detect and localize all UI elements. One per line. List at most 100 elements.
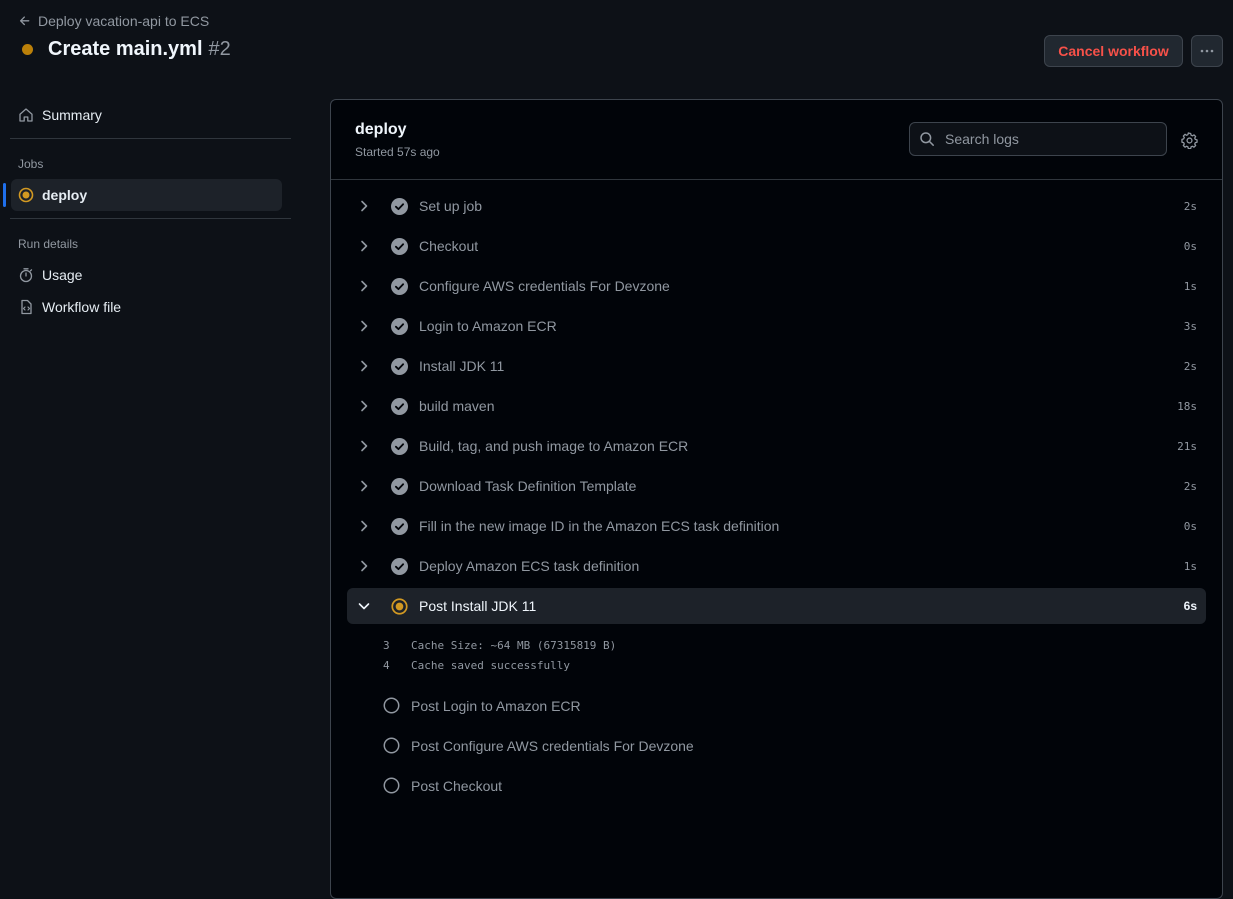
step-name: Download Task Definition Template (419, 478, 637, 494)
search-logs-field[interactable] (909, 122, 1167, 156)
check-circle-icon (391, 437, 408, 455)
home-icon (19, 108, 33, 122)
step-duration: 21s (1177, 439, 1197, 453)
search-icon (920, 132, 934, 146)
log-line-number: 4 (383, 659, 390, 672)
sidebar-divider (10, 218, 291, 219)
sidebar-item-label: Summary (42, 107, 102, 123)
sidebar-item-label: deploy (42, 187, 88, 203)
cancel-workflow-button[interactable]: Cancel workflow (1044, 35, 1183, 67)
check-circle-icon (391, 197, 408, 215)
step-name: Set up job (419, 198, 483, 214)
step-name: Post Login to Amazon ECR (411, 697, 581, 714)
chevron-right-icon[interactable] (356, 278, 372, 294)
step-row[interactable]: Download Task Definition Template 2s (347, 468, 1206, 504)
log-line: 4 Cache saved successfully (383, 659, 570, 672)
pending-circle-icon (383, 697, 400, 714)
pending-step-row[interactable]: Post Login to Amazon ECR (383, 697, 581, 714)
step-row[interactable]: Build, tag, and push image to Amazon ECR… (347, 428, 1206, 464)
run-number: #2 (208, 38, 231, 60)
check-circle-icon (391, 517, 408, 535)
step-duration: 18s (1177, 399, 1197, 413)
search-input[interactable] (943, 130, 1157, 148)
check-circle-icon (391, 237, 408, 255)
chevron-right-icon[interactable] (356, 398, 372, 414)
log-line: 3 Cache Size: ~64 MB (67315819 B) (383, 639, 616, 652)
chevron-right-icon[interactable] (356, 238, 372, 254)
sidebar-item-usage[interactable]: Usage (18, 267, 82, 283)
kebab-horizontal-icon (1200, 49, 1214, 53)
panel-header-divider (331, 179, 1222, 180)
job-started-time: Started 57s ago (355, 145, 440, 159)
check-circle-icon (391, 357, 408, 375)
page-title: Create main.yml (48, 38, 203, 60)
check-circle-icon (391, 557, 408, 575)
step-name: Post Checkout (411, 777, 503, 794)
step-duration: 6s (1183, 599, 1197, 613)
step-name: Login to Amazon ECR (419, 318, 557, 334)
chevron-right-icon[interactable] (356, 558, 372, 574)
step-row[interactable]: Checkout 0s (347, 228, 1206, 264)
back-link-label[interactable]: Deploy vacation-api to ECS (38, 13, 209, 29)
chevron-right-icon[interactable] (356, 478, 372, 494)
sidebar-divider (10, 138, 291, 139)
step-row[interactable]: Configure AWS credentials For Devzone 1s (347, 268, 1206, 304)
pending-step-row[interactable]: Post Configure AWS credentials For Devzo… (383, 737, 694, 754)
step-row[interactable]: Post Install JDK 11 6s (347, 588, 1206, 624)
log-line-number: 3 (383, 639, 390, 652)
step-name: Post Configure AWS credentials For Devzo… (411, 737, 694, 754)
gear-icon[interactable] (1181, 132, 1198, 149)
step-duration: 2s (1183, 359, 1197, 373)
step-duration: 1s (1183, 279, 1197, 293)
step-duration: 2s (1183, 479, 1197, 493)
log-line-text: Cache saved successfully (411, 659, 570, 672)
chevron-right-icon[interactable] (356, 438, 372, 454)
step-row[interactable]: build maven 18s (347, 388, 1206, 424)
step-duration: 3s (1183, 319, 1197, 333)
pending-circle-icon (383, 737, 400, 754)
sidebar-item-workflow-file[interactable]: Workflow file (18, 299, 121, 315)
run-status-dot (22, 44, 33, 55)
step-name: Checkout (419, 238, 479, 254)
step-row[interactable]: Deploy Amazon ECS task definition 1s (347, 548, 1206, 584)
in-progress-icon (18, 187, 34, 203)
step-name: Configure AWS credentials For Devzone (419, 278, 670, 294)
step-name: Deploy Amazon ECS task definition (419, 558, 640, 574)
pending-circle-icon (383, 777, 400, 794)
step-name: Install JDK 11 (419, 358, 505, 374)
stopwatch-icon (19, 268, 33, 283)
chevron-right-icon[interactable] (356, 198, 372, 214)
chevron-right-icon[interactable] (356, 518, 372, 534)
back-link[interactable]: Deploy vacation-api to ECS (18, 13, 209, 29)
pending-step-row[interactable]: Post Checkout (383, 777, 502, 794)
sidebar-item-label: Usage (42, 267, 83, 283)
step-row[interactable]: Fill in the new image ID in the Amazon E… (347, 508, 1206, 544)
step-duration: 1s (1183, 559, 1197, 573)
step-name: Fill in the new image ID in the Amazon E… (419, 518, 780, 534)
chevron-down-icon[interactable] (356, 598, 372, 614)
check-circle-icon (391, 397, 408, 415)
arrow-left-icon (19, 16, 30, 26)
run-title-row: Create main.yml #2 (22, 38, 231, 61)
job-name: deploy (355, 121, 407, 138)
step-row[interactable]: Login to Amazon ECR 3s (347, 308, 1206, 344)
chevron-right-icon[interactable] (356, 318, 372, 334)
sidebar-item-label: Workflow file (42, 299, 122, 315)
chevron-right-icon[interactable] (356, 358, 372, 374)
in-progress-icon (391, 597, 408, 615)
step-name: build maven (419, 398, 495, 414)
sidebar-item-summary[interactable]: Summary (18, 107, 102, 123)
check-circle-icon (391, 317, 408, 335)
step-name: Post Install JDK 11 (419, 598, 537, 614)
jobs-heading: Jobs (18, 157, 44, 171)
more-options-button[interactable] (1191, 35, 1223, 67)
run-details-heading: Run details (18, 237, 79, 251)
check-circle-icon (391, 477, 408, 495)
step-row[interactable]: Set up job 2s (347, 188, 1206, 224)
sidebar-item-deploy[interactable]: deploy (11, 179, 282, 211)
active-job-indicator (3, 183, 6, 207)
step-row[interactable]: Install JDK 11 2s (347, 348, 1206, 384)
step-duration: 0s (1183, 519, 1197, 533)
file-code-icon (21, 299, 32, 315)
step-duration: 2s (1183, 199, 1197, 213)
